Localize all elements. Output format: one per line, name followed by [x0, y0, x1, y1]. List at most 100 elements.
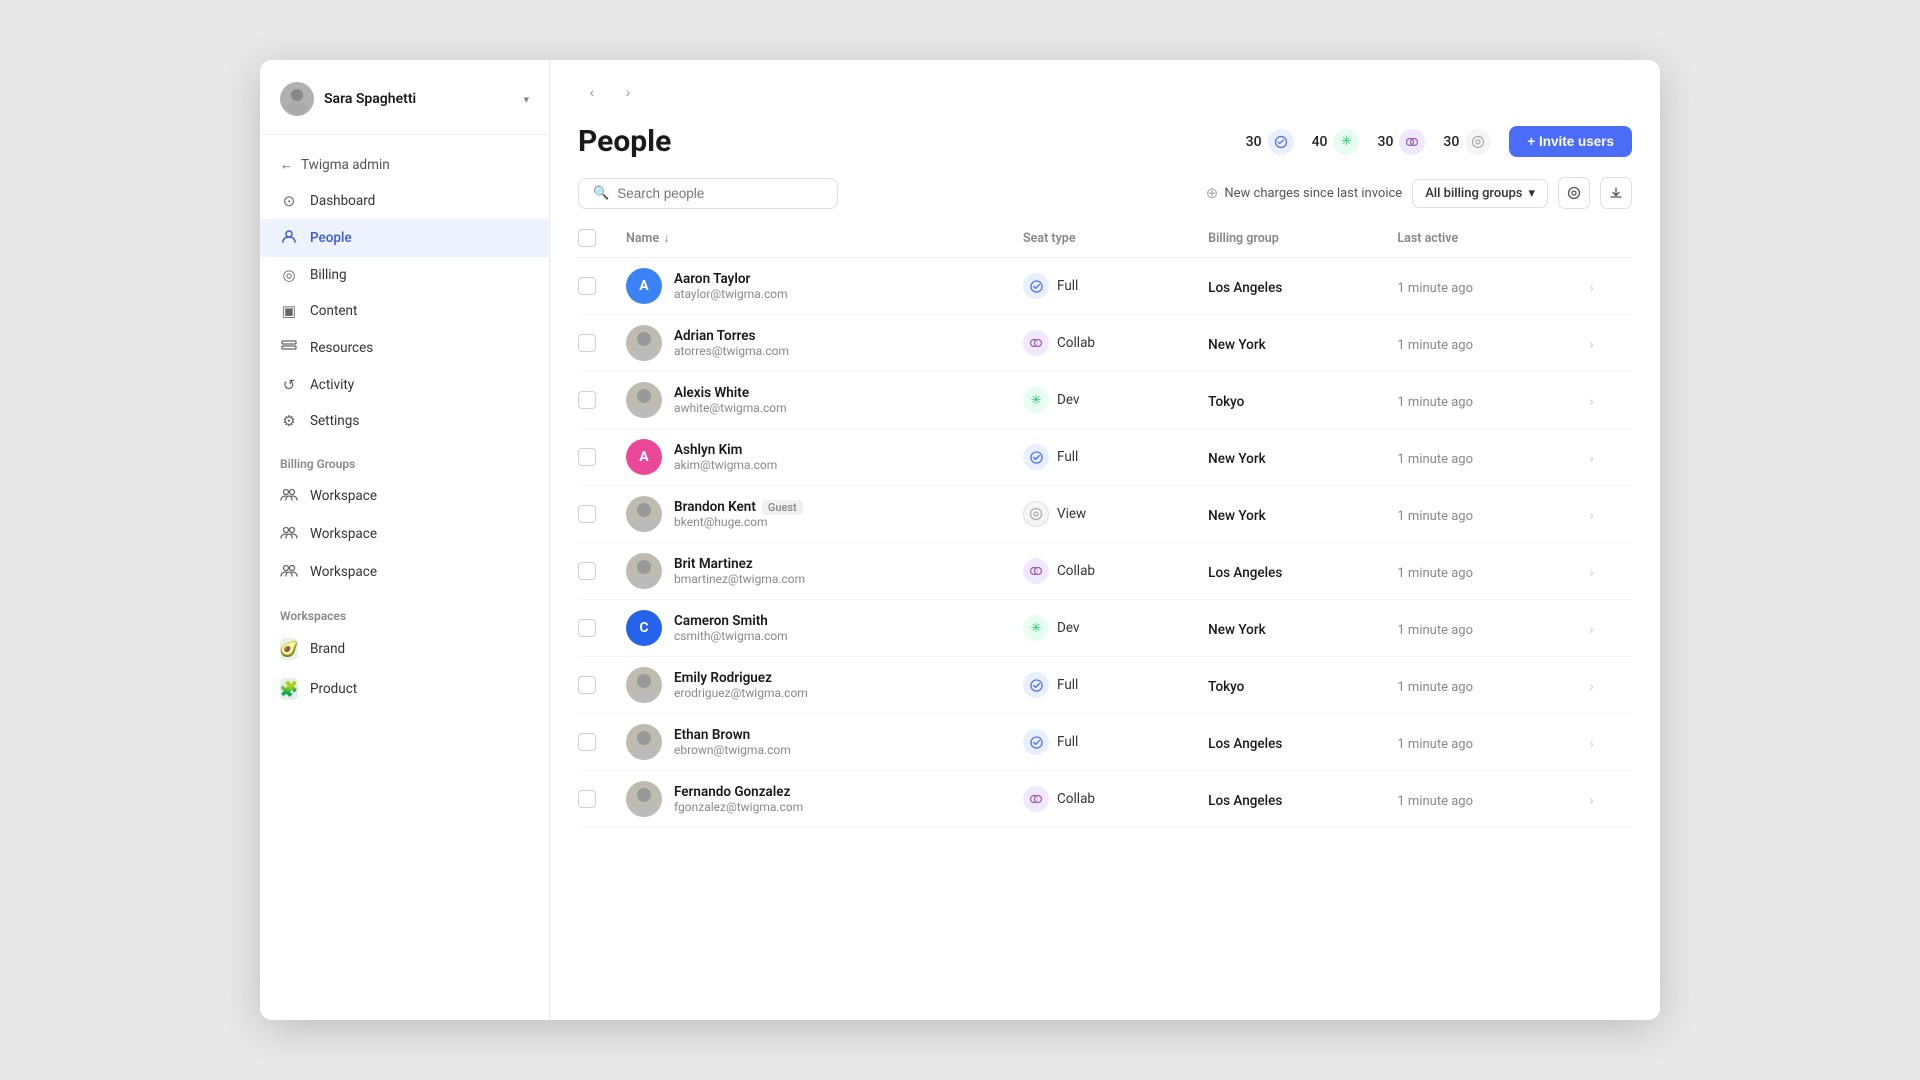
sidebar-item-workspace-3[interactable]: Workspace — [260, 553, 549, 591]
stat-collab: 30 — [1377, 129, 1425, 155]
dashboard-icon: ⊙ — [280, 192, 298, 210]
table-row[interactable]: Brit Martinez bmartinez@twigma.com Colla… — [578, 543, 1632, 600]
col-name[interactable]: Name ↓ — [614, 219, 1011, 258]
sidebar-item-activity[interactable]: ↺ Activity — [260, 367, 549, 403]
row-chevron-cell: › — [1578, 600, 1632, 657]
sidebar-item-label: Activity — [310, 377, 354, 393]
row-chevron-icon: › — [1590, 793, 1594, 809]
col-seat-type[interactable]: Seat type — [1011, 219, 1196, 258]
col-last-active[interactable]: Last active — [1385, 219, 1577, 258]
sidebar-item-label: Brand — [310, 641, 345, 657]
table-row[interactable]: Ethan Brown ebrown@twigma.com Full Los A… — [578, 714, 1632, 771]
sidebar-item-people[interactable]: People — [260, 219, 549, 257]
seat-icon — [1023, 729, 1049, 755]
sidebar-item-label: Content — [310, 303, 357, 319]
table-row[interactable]: Brandon Kent Guest bkent@huge.com View N… — [578, 486, 1632, 543]
seat-icon — [1023, 330, 1049, 356]
stat-dev-count: 40 — [1312, 134, 1328, 150]
last-active-cell: 1 minute ago — [1385, 486, 1577, 543]
people-table-container: Name ↓ Seat type Billing group Last acti… — [550, 219, 1660, 1020]
person-email: csmith@twigma.com — [674, 629, 788, 643]
row-checkbox[interactable] — [578, 619, 596, 637]
row-checkbox[interactable] — [578, 334, 596, 352]
name-cell: A Ashlyn Kim akim@twigma.com — [614, 429, 1011, 486]
row-checkbox[interactable] — [578, 505, 596, 523]
row-checkbox[interactable] — [578, 790, 596, 808]
row-checkbox-cell — [578, 315, 614, 372]
toolbar-right: ⊕ New charges since last invoice All bil… — [1206, 177, 1632, 209]
new-charges-label: New charges since last invoice — [1224, 186, 1402, 201]
seat-cell: ✳ Dev — [1023, 387, 1184, 413]
row-checkbox[interactable] — [578, 676, 596, 694]
row-checkbox[interactable] — [578, 562, 596, 580]
download-button[interactable] — [1600, 177, 1632, 209]
sidebar-header[interactable]: Sara Spaghetti ▾ — [260, 60, 549, 135]
row-checkbox-cell — [578, 429, 614, 486]
sidebar-item-content[interactable]: ▣ Content — [260, 293, 549, 329]
stat-view: 30 — [1443, 129, 1491, 155]
person-cell: Emily Rodriguez erodriguez@twigma.com — [626, 667, 999, 703]
table-row[interactable]: Emily Rodriguez erodriguez@twigma.com Fu… — [578, 657, 1632, 714]
row-checkbox[interactable] — [578, 448, 596, 466]
sidebar-item-resources[interactable]: Resources — [260, 329, 549, 367]
search-input[interactable] — [617, 186, 823, 201]
stat-dev: 40 ✳ — [1312, 129, 1360, 155]
person-avatar — [626, 382, 662, 418]
sidebar-item-workspace-1[interactable]: Workspace — [260, 477, 549, 515]
row-chevron-cell: › — [1578, 315, 1632, 372]
billing-group-value: Los Angeles — [1208, 280, 1282, 296]
select-all-checkbox[interactable] — [578, 229, 596, 247]
row-checkbox-cell — [578, 372, 614, 429]
person-cell: Alexis White awhite@twigma.com — [626, 382, 999, 418]
table-row[interactable]: A Aaron Taylor ataylor@twigma.com Full L… — [578, 258, 1632, 315]
new-charges-button[interactable]: ⊕ New charges since last invoice — [1206, 184, 1402, 202]
billing-group-cell: New York — [1196, 429, 1385, 486]
row-chevron-icon: › — [1590, 394, 1594, 410]
person-email: atorres@twigma.com — [674, 344, 789, 358]
seat-type-cell: Collab — [1011, 771, 1196, 828]
row-checkbox[interactable] — [578, 733, 596, 751]
table-row[interactable]: C Cameron Smith csmith@twigma.com ✳ Dev … — [578, 600, 1632, 657]
sidebar-item-dashboard[interactable]: ⊙ Dashboard — [260, 183, 549, 219]
search-box[interactable]: 🔍 — [578, 178, 838, 209]
row-chevron-cell: › — [1578, 657, 1632, 714]
sidebar-item-billing[interactable]: ◎ Billing — [260, 257, 549, 293]
row-checkbox[interactable] — [578, 391, 596, 409]
avatar — [280, 82, 314, 116]
table-row[interactable]: A Ashlyn Kim akim@twigma.com Full New Yo… — [578, 429, 1632, 486]
seat-cell: Full — [1023, 729, 1184, 755]
sidebar-item-settings[interactable]: ⚙ Settings — [260, 403, 549, 439]
table-row[interactable]: Fernando Gonzalez fgonzalez@twigma.com C… — [578, 771, 1632, 828]
col-billing-group[interactable]: Billing group — [1196, 219, 1385, 258]
filter-button[interactable] — [1558, 177, 1590, 209]
sidebar-item-brand[interactable]: 🥑 Brand — [260, 629, 549, 669]
person-avatar: A — [626, 439, 662, 475]
content-icon: ▣ — [280, 302, 298, 320]
row-checkbox-cell — [578, 486, 614, 543]
row-checkbox-cell — [578, 258, 614, 315]
seat-cell: Collab — [1023, 330, 1184, 356]
person-cell: A Aaron Taylor ataylor@twigma.com — [626, 268, 999, 304]
table-row[interactable]: Alexis White awhite@twigma.com ✳ Dev Tok… — [578, 372, 1632, 429]
sidebar-item-workspace-2[interactable]: Workspace — [260, 515, 549, 553]
collab-seat-icon — [1399, 129, 1425, 155]
seat-cell: View — [1023, 501, 1184, 527]
billing-group-value: New York — [1208, 622, 1265, 638]
row-chevron-cell: › — [1578, 429, 1632, 486]
sidebar: Sara Spaghetti ▾ ← Twigma admin ⊙ Dashbo… — [260, 60, 550, 1020]
person-avatar: C — [626, 610, 662, 646]
back-button[interactable]: ‹ — [578, 78, 606, 106]
sidebar-item-product[interactable]: 🧩 Product — [260, 669, 549, 709]
row-checkbox[interactable] — [578, 277, 596, 295]
forward-button[interactable]: › — [614, 78, 642, 106]
seat-icon — [1023, 558, 1049, 584]
table-row[interactable]: Adrian Torres atorres@twigma.com Collab … — [578, 315, 1632, 372]
invite-users-button[interactable]: + Invite users — [1509, 126, 1632, 157]
billing-group-value: New York — [1208, 337, 1265, 353]
person-email: ataylor@twigma.com — [674, 287, 788, 301]
billing-group-select[interactable]: All billing groups ▾ — [1412, 179, 1548, 208]
name-cell: Brit Martinez bmartinez@twigma.com — [614, 543, 1011, 600]
name-cell: Emily Rodriguez erodriguez@twigma.com — [614, 657, 1011, 714]
person-cell: Brandon Kent Guest bkent@huge.com — [626, 496, 999, 532]
sidebar-back[interactable]: ← Twigma admin — [260, 147, 549, 183]
